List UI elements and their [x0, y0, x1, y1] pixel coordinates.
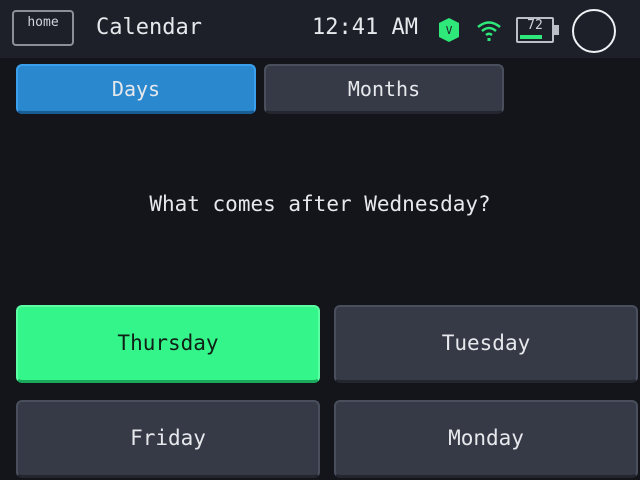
status-bar: home Calendar 12:41 AM V 72 — [0, 0, 640, 58]
calendar-screen: home Calendar 12:41 AM V 72 Days Months … — [0, 0, 640, 480]
home-button-label: home — [27, 15, 59, 30]
tab-days[interactable]: Days — [16, 64, 256, 114]
answer-thursday-button[interactable]: Thursday — [16, 305, 320, 383]
wifi-icon — [477, 21, 501, 41]
battery-cap — [554, 25, 559, 35]
question-text: What comes after Wednesday? — [149, 192, 491, 216]
app-title: Calendar — [96, 15, 202, 40]
v-badge-letter: V — [446, 24, 453, 37]
answer-monday-button[interactable]: Monday — [334, 400, 638, 478]
battery-level: 72 — [527, 18, 543, 33]
tab-months[interactable]: Months — [264, 64, 504, 114]
battery-icon: 72 — [516, 17, 560, 45]
answer-friday-button[interactable]: Friday — [16, 400, 320, 478]
v-badge-icon: V — [439, 18, 459, 42]
answer-tuesday-button[interactable]: Tuesday — [334, 305, 638, 383]
home-button[interactable]: home — [12, 10, 74, 46]
circle-icon[interactable] — [572, 9, 616, 53]
clock: 12:41 AM — [312, 15, 418, 40]
battery-fill — [520, 35, 542, 39]
